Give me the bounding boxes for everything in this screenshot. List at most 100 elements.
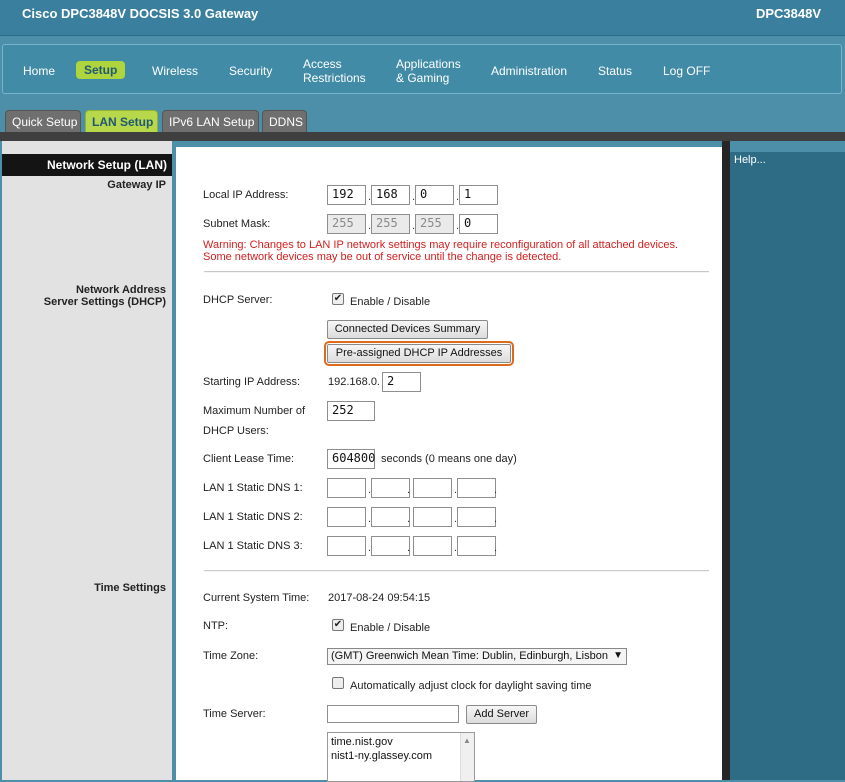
chevron-down-icon: ▼: [613, 650, 623, 661]
starting-ip-input[interactable]: 2: [382, 372, 421, 392]
nav-apps-line1: Applications: [396, 57, 461, 71]
dns3-octet-3[interactable]: [413, 536, 452, 556]
section-divider: [204, 570, 709, 572]
lease-time-suffix: seconds (0 means one day): [381, 453, 517, 465]
dns2-octet-4[interactable]: [457, 507, 496, 527]
time-zone-label: Time Zone:: [203, 650, 259, 662]
nav-wireless[interactable]: Wireless: [152, 64, 198, 78]
model-name: DPC3848V: [755, 6, 821, 21]
dst-label: Automatically adjust clock for daylight …: [350, 680, 592, 692]
tab-ipv6-lan-setup[interactable]: IPv6 LAN Setup: [162, 110, 259, 132]
nav-security[interactable]: Security: [229, 64, 272, 78]
time-zone-select[interactable]: (GMT) Greenwich Mean Time: Dublin, Edinb…: [327, 648, 627, 665]
max-users-label-line1: Maximum Number of: [203, 405, 306, 417]
preassigned-dhcp-button[interactable]: Pre-assigned DHCP IP Addresses: [324, 341, 514, 366]
dst-checkbox[interactable]: [332, 677, 344, 689]
dns3-octet-1[interactable]: [327, 536, 366, 556]
nav-status[interactable]: Status: [598, 64, 632, 78]
subnet-octet-1: 255: [327, 214, 366, 234]
starting-ip-prefix: 192.168.0.: [328, 376, 380, 388]
gateway-ip-heading: Gateway IP: [107, 179, 166, 191]
subnet-octet-3: 255: [415, 214, 454, 234]
product-title: Cisco DPC3848V DOCSIS 3.0 Gateway: [22, 6, 259, 21]
ntp-enable-checkbox[interactable]: ✔: [332, 619, 344, 631]
ip-dot: .: [494, 513, 498, 525]
nav-setup[interactable]: Setup: [76, 61, 126, 79]
max-users-input[interactable]: 252: [327, 401, 375, 421]
left-column: Network Setup (LAN) Gateway IP Network A…: [2, 141, 172, 780]
help-column: Help...: [730, 152, 845, 780]
scroll-up-icon[interactable]: ▲: [463, 734, 471, 748]
time-server-item[interactable]: nist1-ny.glassey.com: [331, 749, 471, 763]
connected-devices-summary-button[interactable]: Connected Devices Summary: [327, 320, 488, 339]
nav-administration[interactable]: Administration: [491, 64, 567, 78]
list-scrollbar[interactable]: ▲: [460, 733, 474, 781]
add-server-button[interactable]: Add Server: [466, 705, 537, 724]
nav-applications-gaming[interactable]: Applications & Gaming: [396, 57, 461, 85]
current-time-value: 2017-08-24 09:54:15: [328, 592, 431, 604]
help-link[interactable]: Help...: [734, 154, 766, 166]
dns3-octet-2[interactable]: [371, 536, 410, 556]
subnet-octet-4[interactable]: 0: [459, 214, 498, 234]
dns1-label: LAN 1 Static DNS 1:: [203, 482, 303, 494]
tab-lan-setup[interactable]: LAN Setup: [85, 110, 158, 132]
main-nav: Home Setup Wireless Security Access Rest…: [2, 44, 842, 94]
dhcp-heading-line1: Network Address: [75, 284, 166, 296]
ip-dot: .: [407, 484, 411, 496]
dns3-octet-4[interactable]: [457, 536, 496, 556]
dhcp-enable-label: Enable / Disable: [350, 296, 431, 308]
time-server-list[interactable]: time.nist.gov nist1-ny.glassey.com ▲: [327, 732, 475, 782]
nav-access-restrictions[interactable]: Access Restrictions: [303, 57, 366, 85]
local-ip-octet-2[interactable]: 168: [371, 185, 410, 205]
section-title: Network Setup (LAN): [2, 154, 172, 176]
local-ip-octet-3[interactable]: 0: [415, 185, 454, 205]
starting-ip-label: Starting IP Address:: [203, 376, 301, 388]
dhcp-server-label: DHCP Server:: [203, 294, 273, 306]
ntp-enable-label: Enable / Disable: [350, 622, 431, 634]
time-server-label: Time Server:: [203, 708, 266, 720]
ntp-label: NTP:: [203, 620, 229, 632]
panel-shadow: [722, 141, 730, 780]
dns1-octet-2[interactable]: [371, 478, 410, 498]
dns1-octet-3[interactable]: [413, 478, 452, 498]
local-ip-label: Local IP Address:: [203, 189, 289, 201]
time-server-input[interactable]: [327, 705, 459, 723]
tab-underline: [0, 132, 845, 141]
local-ip-octet-4[interactable]: 1: [459, 185, 498, 205]
time-settings-heading: Time Settings: [94, 582, 166, 594]
ip-dot: .: [494, 484, 498, 496]
dns2-octet-2[interactable]: [371, 507, 410, 527]
ip-dot: .: [494, 542, 498, 554]
lease-time-label: Client Lease Time:: [203, 453, 295, 465]
nav-access-line2: Restrictions: [303, 71, 366, 85]
tab-quick-setup[interactable]: Quick Setup: [5, 110, 81, 132]
subnet-mask-label: Subnet Mask:: [203, 218, 271, 230]
lease-time-input[interactable]: 604800: [327, 449, 375, 469]
tab-ddns[interactable]: DDNS: [262, 110, 307, 132]
dhcp-heading-line2: Server Settings (DHCP): [43, 296, 166, 308]
ip-dot: .: [407, 542, 411, 554]
dns1-octet-4[interactable]: [457, 478, 496, 498]
dns2-label: LAN 1 Static DNS 2:: [203, 511, 303, 523]
lan-warning-line1: Warning: Changes to LAN IP network setti…: [203, 239, 679, 251]
dns2-octet-3[interactable]: [413, 507, 452, 527]
dns3-label: LAN 1 Static DNS 3:: [203, 540, 303, 552]
nav-apps-line2: & Gaming: [396, 71, 450, 85]
dhcp-enable-checkbox[interactable]: ✔: [332, 293, 344, 305]
help-strip: [730, 141, 845, 152]
top-banner: Cisco DPC3848V DOCSIS 3.0 Gateway DPC384…: [0, 0, 845, 36]
dns1-octet-1[interactable]: [327, 478, 366, 498]
current-time-label: Current System Time:: [203, 592, 310, 604]
subnet-octet-2: 255: [371, 214, 410, 234]
nav-logoff[interactable]: Log OFF: [663, 64, 710, 78]
time-server-item[interactable]: time.nist.gov: [331, 735, 471, 749]
nav-access-line1: Access: [303, 57, 342, 71]
max-users-label-line2: DHCP Users:: [203, 425, 269, 437]
lan-warning-line2: Some network devices may be out of servi…: [203, 251, 562, 263]
dns2-octet-1[interactable]: [327, 507, 366, 527]
section-divider: [204, 271, 709, 273]
nav-home[interactable]: Home: [23, 64, 55, 78]
local-ip-octet-1[interactable]: 192: [327, 185, 366, 205]
ip-dot: .: [407, 513, 411, 525]
time-zone-value: (GMT) Greenwich Mean Time: Dublin, Edinb…: [331, 650, 608, 662]
